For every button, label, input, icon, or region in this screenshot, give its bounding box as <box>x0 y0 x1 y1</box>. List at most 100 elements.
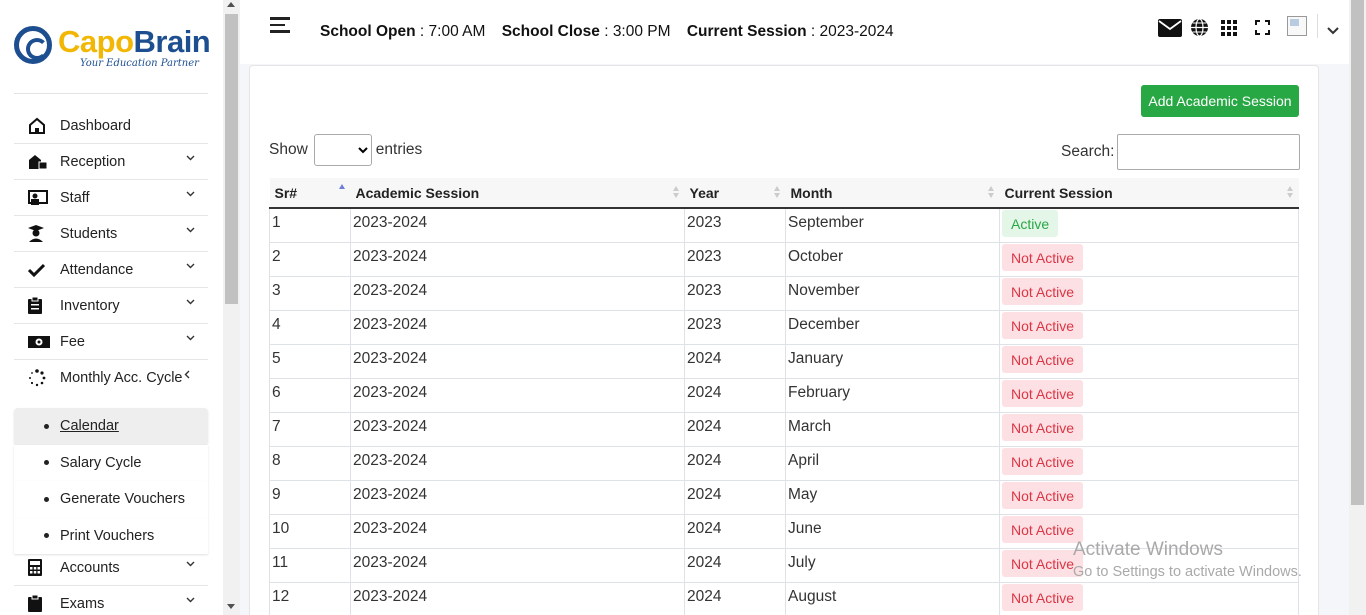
sidebar-menu: Dashboard Reception Staff Students Atten… <box>14 108 208 615</box>
sidebar-item-label: Inventory <box>60 297 120 314</box>
sidebar-item-students[interactable]: Students <box>14 216 208 252</box>
cell-month: April <box>785 445 1000 481</box>
show-entries: Show entries <box>269 134 422 166</box>
cell-sr: 4 <box>269 309 351 345</box>
cell-academic-session: 2023-2024 <box>350 513 685 549</box>
cell-academic-session: 2023-2024 <box>350 275 685 311</box>
logo-tagline: Your Education Partner <box>80 58 199 69</box>
column-header-year[interactable]: Year <box>684 178 786 209</box>
sidebar-item-fee[interactable]: Fee <box>14 324 208 360</box>
sidebar-item-label: Dashboard <box>60 117 131 134</box>
windows-activation-title: Activate Windows <box>1073 539 1223 560</box>
home-icon <box>14 117 60 134</box>
column-header-month[interactable]: Month <box>785 178 1000 209</box>
sidebar-item-attendance[interactable]: Attendance <box>14 252 208 288</box>
cell-current-session: Not Active <box>999 479 1299 515</box>
cell-month: January <box>785 343 1000 379</box>
globe-icon[interactable] <box>1190 18 1209 37</box>
scroll-down-icon[interactable] <box>227 604 235 609</box>
sidebar-item-label: Attendance <box>60 261 134 278</box>
status-badge: Not Active <box>1002 413 1084 441</box>
table-row: 7 2023-2024 2024 March Not Active <box>269 411 1299 447</box>
cell-month: August <box>785 581 1000 615</box>
cell-month: September <box>785 207 1000 243</box>
page-scrollbar[interactable] <box>1349 0 1366 615</box>
grid-icon[interactable] <box>1221 19 1237 36</box>
sort-asc-icon <box>338 184 345 196</box>
capobrain-logo[interactable]: CapoBrain Your Education Partner <box>14 24 211 80</box>
column-header-academic-session[interactable]: Academic Session <box>350 178 685 209</box>
cell-current-session: Not Active <box>999 343 1299 379</box>
scrollbar-thumb[interactable] <box>225 14 238 304</box>
sidebar-item-reception[interactable]: Reception <box>14 144 208 180</box>
status-badge: Not Active <box>1002 447 1084 475</box>
chevron-down-icon <box>186 227 195 235</box>
cell-month: February <box>785 377 1000 413</box>
show-label: Show <box>269 141 308 158</box>
sidebar-item-accounts[interactable]: Accounts <box>14 550 208 586</box>
cell-year: 2024 <box>684 445 786 481</box>
fullscreen-icon[interactable] <box>1255 20 1270 35</box>
sidebar-item-monthly-acc-cycle[interactable]: Monthly Acc. Cycle <box>14 360 208 396</box>
scrollbar-thumb[interactable] <box>1351 0 1364 505</box>
user-avatar[interactable] <box>1287 16 1307 36</box>
cell-sr: 6 <box>269 377 351 413</box>
logo-wordmark: CapoBrain <box>58 24 211 59</box>
sidebar-item-staff[interactable]: Staff <box>14 180 208 216</box>
graduate-icon <box>14 225 60 242</box>
clipboard-icon <box>14 297 60 314</box>
sidebar-item-label: Accounts <box>60 559 120 576</box>
user-dropdown-chevron-icon[interactable] <box>1327 22 1339 40</box>
entries-select[interactable] <box>313 134 372 166</box>
table-row: 8 2023-2024 2024 April Not Active <box>269 445 1299 481</box>
table-row: 4 2023-2024 2023 December Not Active <box>269 309 1299 345</box>
column-header-current-session[interactable]: Current Session <box>999 178 1299 209</box>
status-badge: Not Active <box>1002 583 1084 611</box>
chevron-left-icon <box>184 370 192 379</box>
table-row: 6 2023-2024 2024 February Not Active <box>269 377 1299 413</box>
scroll-up-icon[interactable] <box>227 2 235 7</box>
submenu-item-calendar[interactable]: Calendar <box>14 408 208 445</box>
submenu-item-label: Salary Cycle <box>60 454 142 471</box>
sidebar-item-exams[interactable]: Exams <box>14 586 208 615</box>
current-session-value: : 2023-2024 <box>810 23 894 40</box>
status-badge: Not Active <box>1002 345 1084 373</box>
cell-academic-session: 2023-2024 <box>350 241 685 277</box>
submenu-item-salary-cycle[interactable]: Salary Cycle <box>14 444 208 481</box>
submenu-item-generate-vouchers[interactable]: Generate Vouchers <box>14 481 208 518</box>
envelope-icon[interactable] <box>1158 18 1182 37</box>
search-input[interactable] <box>1117 134 1301 170</box>
cell-academic-session: 2023-2024 <box>350 309 685 345</box>
submenu-item-print-vouchers[interactable]: Print Vouchers <box>14 517 208 554</box>
sort-icon <box>1286 186 1293 198</box>
cell-academic-session: 2023-2024 <box>350 581 685 615</box>
sidebar-scrollbar[interactable] <box>223 0 240 615</box>
chevron-down-icon <box>186 561 195 569</box>
sidebar-item-label: Monthly Acc. Cycle <box>60 370 183 386</box>
sidebar-item-label: Reception <box>60 153 126 170</box>
cell-year: 2023 <box>684 309 786 345</box>
reception-icon <box>14 153 60 170</box>
column-header-sr[interactable]: Sr# <box>269 178 351 209</box>
sidebar-item-inventory[interactable]: Inventory <box>14 288 208 324</box>
sidebar-item-label: Exams <box>60 595 105 612</box>
chevron-down-icon <box>186 597 195 605</box>
logo-mark-icon <box>14 26 52 64</box>
cell-month: November <box>785 275 1000 311</box>
hamburger-menu-icon[interactable] <box>270 17 290 37</box>
sidebar-item-dashboard[interactable]: Dashboard <box>14 108 208 144</box>
cell-current-session: Not Active <box>999 241 1299 277</box>
cell-year: 2024 <box>684 377 786 413</box>
status-badge: Not Active <box>1002 243 1084 271</box>
cell-sr: 3 <box>269 275 351 311</box>
calculator-icon <box>14 559 60 576</box>
cell-current-session: Not Active <box>999 445 1299 481</box>
add-academic-session-button[interactable]: Add Academic Session <box>1141 85 1299 117</box>
table-row: 2 2023-2024 2023 October Not Active <box>269 241 1299 277</box>
sort-icon <box>773 186 780 198</box>
school-open-value: : 7:00 AM <box>419 23 486 40</box>
cell-academic-session: 2023-2024 <box>350 207 685 243</box>
cell-current-session: Active <box>999 207 1299 243</box>
sidebar-item-label: Students <box>60 225 118 242</box>
status-badge: Not Active <box>1002 549 1084 577</box>
